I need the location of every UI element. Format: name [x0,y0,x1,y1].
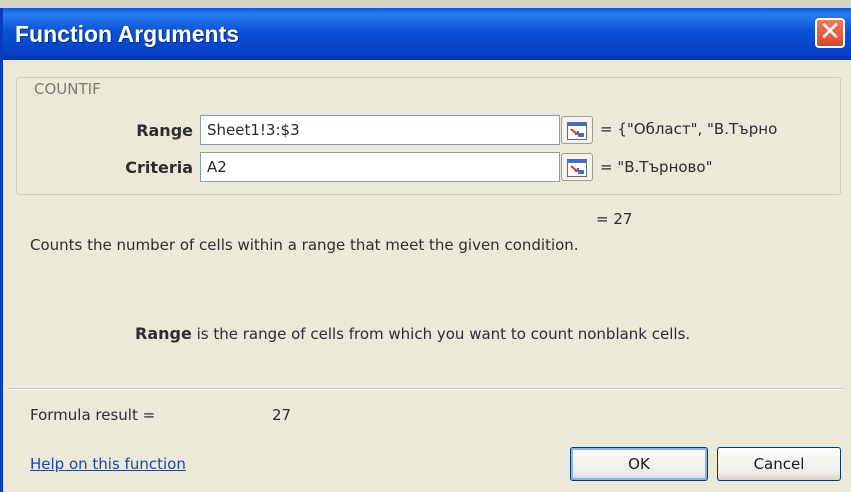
formula-result-label: Formula result = [30,406,156,424]
criteria-label: Criteria [125,158,193,177]
collapse-dialog-icon [567,122,587,140]
function-name-label: COUNTIF [30,80,105,98]
criteria-input[interactable]: A2 [200,152,560,182]
overall-result: = 27 [596,210,633,228]
argument-help-text: is the range of cells from which you wan… [196,325,691,343]
criteria-evaluated-value: = "В.Търново" [600,158,713,176]
formula-result-value: 27 [272,406,292,424]
collapse-dialog-icon [567,159,587,177]
help-link[interactable]: Help on this function [30,455,186,473]
dialog-title: Function Arguments [15,21,240,47]
argument-help: Range is the range of cells from which y… [135,324,690,343]
cancel-button[interactable]: Cancel [717,447,841,481]
range-evaluated-value: = {"Област", "В.Търно [600,120,778,138]
ok-button[interactable]: OK [570,447,708,481]
range-label: Range [136,121,193,140]
function-description: Counts the number of cells within a rang… [30,236,579,254]
title-bar[interactable]: Function Arguments ✕ [3,8,851,60]
close-button[interactable]: ✕ [815,18,845,48]
separator [8,388,843,390]
range-collapse-button[interactable] [561,116,593,144]
argument-help-name: Range [135,324,192,343]
close-icon: ✕ [819,17,841,47]
criteria-collapse-button[interactable] [561,153,593,181]
range-input[interactable]: Sheet1!3:$3 [200,115,560,145]
